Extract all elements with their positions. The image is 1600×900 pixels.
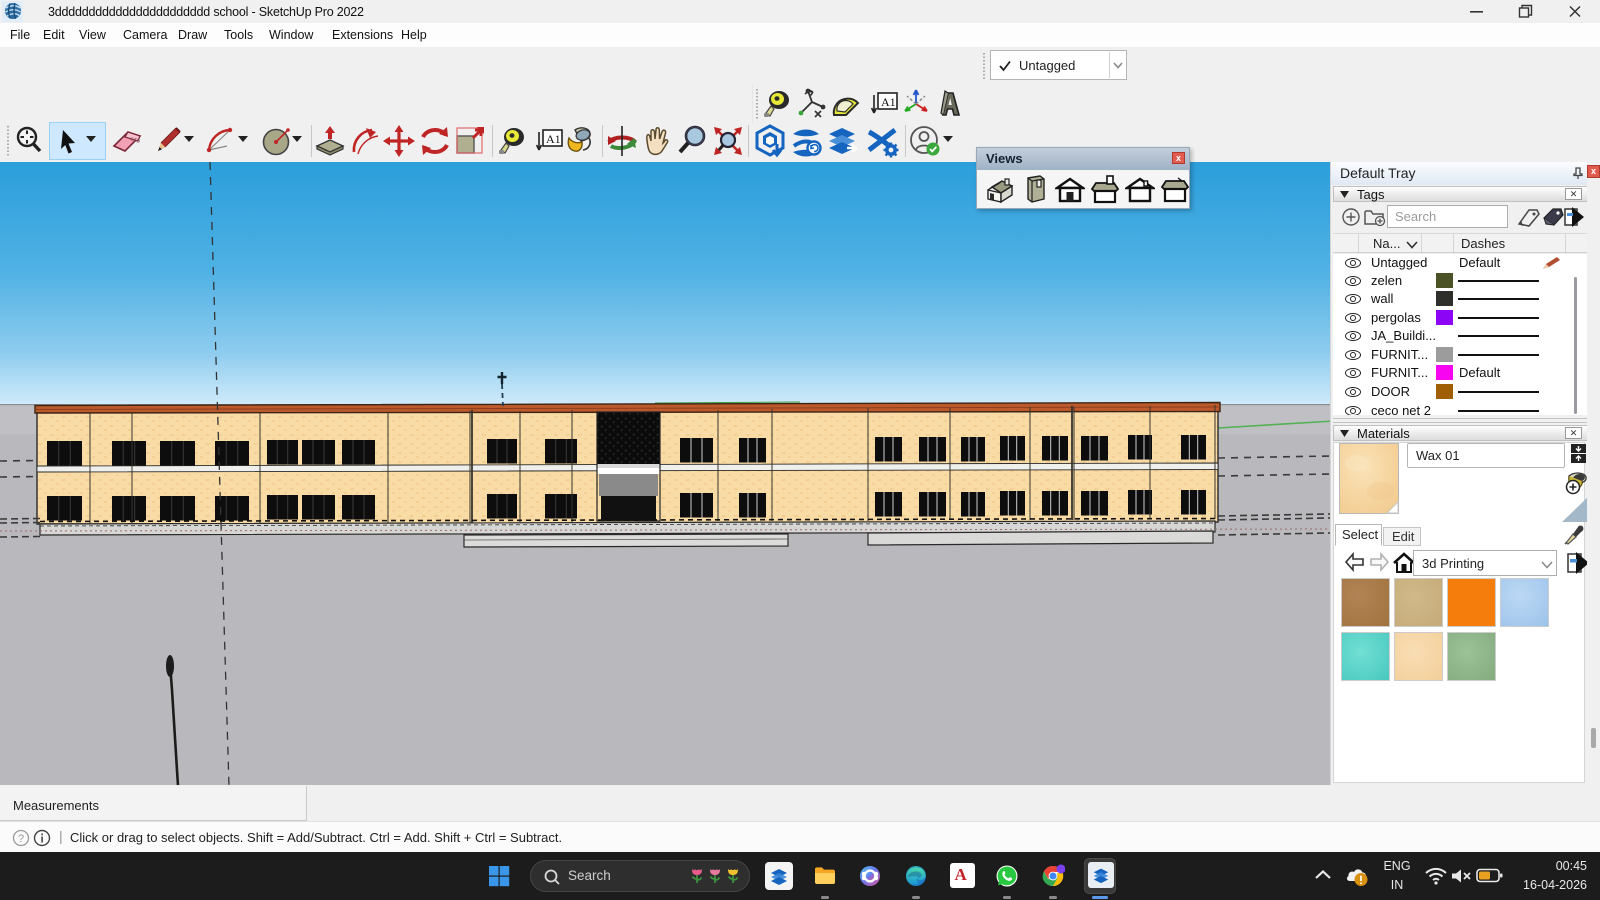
svg-text:A1: A1 [881, 95, 896, 109]
svg-text:A1: A1 [546, 132, 561, 146]
svg-text:?: ? [18, 833, 24, 845]
